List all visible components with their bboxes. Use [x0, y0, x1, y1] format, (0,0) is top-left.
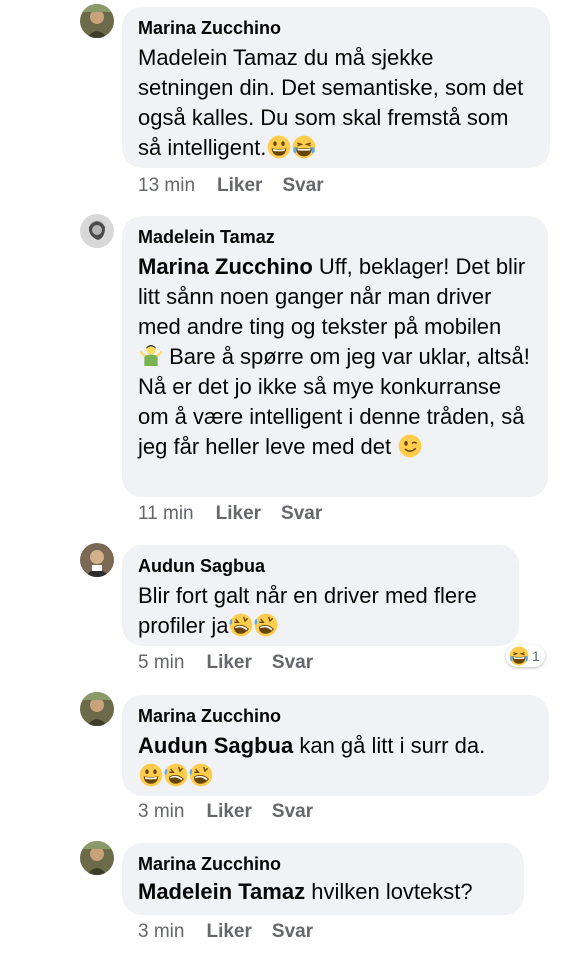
comment-body-continued: Bare å spørre om jeg var uklar, altså! N…	[138, 344, 530, 459]
mention-link[interactable]: Madelein Tamaz	[138, 879, 305, 904]
rolling-laughing-face-icon	[229, 613, 253, 637]
like-button[interactable]: Liker	[206, 921, 251, 942]
reply-button[interactable]: Svar	[281, 503, 322, 524]
comment-timestamp[interactable]: 13 min	[138, 175, 195, 196]
comment-author[interactable]: Marina Zucchino	[138, 853, 508, 875]
shrug-icon	[139, 344, 163, 368]
comment-bubble: Audun Sagbua Blir fort galt når en drive…	[122, 545, 519, 646]
comment-body: hvilken lovtekst?	[311, 879, 473, 904]
laughing-face-icon	[509, 646, 529, 666]
comment-actions: 11 min Liker Svar	[138, 503, 342, 525]
like-button[interactable]: Liker	[206, 652, 251, 673]
comment-actions: 3 min Liker Svar	[138, 801, 333, 823]
comment-timestamp[interactable]: 3 min	[138, 801, 184, 822]
avatar[interactable]	[80, 4, 114, 38]
avatar[interactable]	[80, 214, 114, 248]
reply-button[interactable]: Svar	[272, 801, 313, 822]
comment-bubble: Madelein Tamaz Marina Zucchino Uff, bekl…	[122, 216, 548, 497]
reaction-summary[interactable]: 1	[506, 645, 545, 667]
rolling-laughing-face-icon	[164, 763, 188, 787]
comment-actions: 3 min Liker Svar	[138, 921, 333, 943]
like-button[interactable]: Liker	[217, 175, 262, 196]
reaction-count: 1	[532, 648, 540, 664]
comment-timestamp[interactable]: 5 min	[138, 652, 184, 673]
comment-timestamp[interactable]: 3 min	[138, 921, 184, 942]
avatar[interactable]	[80, 543, 114, 577]
grinning-face-icon	[267, 135, 291, 159]
comment-author[interactable]: Madelein Tamaz	[138, 226, 532, 248]
comment-text: Madelein Tamaz du må sjekke setningen di…	[138, 43, 534, 163]
winking-face-icon	[398, 434, 422, 458]
mention-link[interactable]: Audun Sagbua	[138, 733, 293, 758]
avatar[interactable]	[80, 841, 114, 875]
avatar[interactable]	[80, 692, 114, 726]
like-button[interactable]: Liker	[216, 503, 261, 524]
comment-body: Blir fort galt når en driver med flere p…	[138, 583, 477, 638]
comment-bubble: Marina Zucchino Audun Sagbua kan gå litt…	[122, 695, 549, 796]
comment-author[interactable]: Marina Zucchino	[138, 17, 534, 39]
comment-body: kan gå litt i surr da.	[299, 733, 486, 758]
rolling-laughing-face-icon	[189, 763, 213, 787]
comment-author[interactable]: Marina Zucchino	[138, 705, 533, 727]
grinning-face-icon	[139, 763, 163, 787]
comment-timestamp[interactable]: 11 min	[138, 503, 194, 524]
comment-text: Madelein Tamaz hvilken lovtekst?	[138, 877, 508, 907]
reply-button[interactable]: Svar	[272, 921, 313, 942]
comment-author[interactable]: Audun Sagbua	[138, 555, 503, 577]
comment-actions: 5 min Liker Svar	[138, 652, 333, 674]
comment-text: Marina Zucchino Uff, beklager! Det blir …	[138, 252, 532, 462]
comment-text: Audun Sagbua kan gå litt i surr da.	[138, 731, 533, 791]
comment-bubble: Marina Zucchino Madelein Tamaz du må sje…	[122, 7, 550, 168]
comment-body: Madelein Tamaz du må sjekke setningen di…	[138, 45, 524, 160]
mention-link[interactable]: Marina Zucchino	[138, 254, 313, 279]
laughing-face-icon	[292, 135, 316, 159]
comment-text: Blir fort galt når en driver med flere p…	[138, 581, 503, 641]
like-button[interactable]: Liker	[206, 801, 251, 822]
comment-bubble: Marina Zucchino Madelein Tamaz hvilken l…	[122, 843, 524, 915]
reply-button[interactable]: Svar	[282, 175, 323, 196]
comment-actions: 13 min Liker Svar	[138, 175, 344, 197]
reply-button[interactable]: Svar	[272, 652, 313, 673]
rolling-laughing-face-icon	[254, 613, 278, 637]
